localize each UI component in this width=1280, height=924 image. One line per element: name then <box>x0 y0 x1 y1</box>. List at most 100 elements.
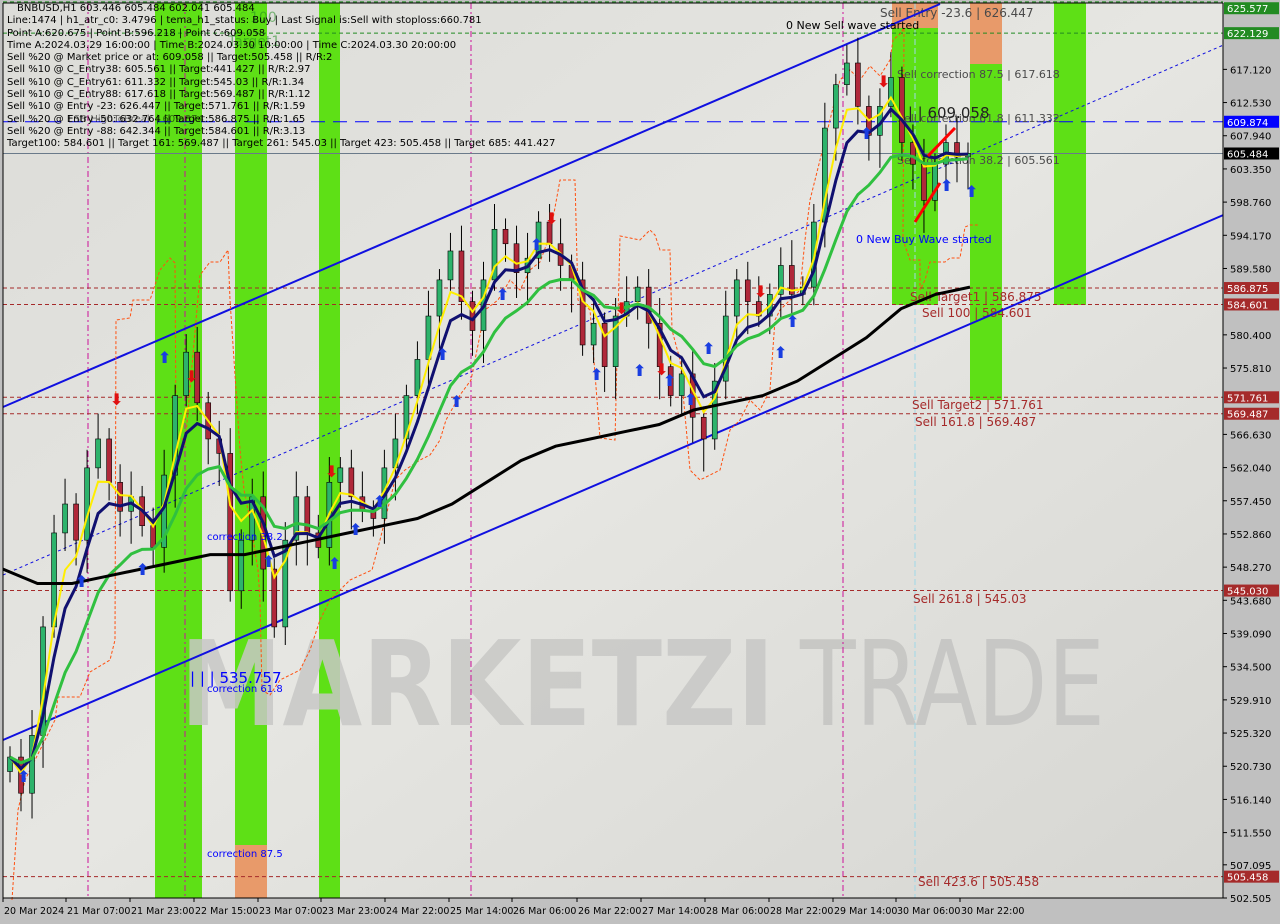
price-tick-label: 548.270 <box>1230 563 1271 574</box>
buy-arrow-icon: ⬆ <box>684 390 697 409</box>
symbol-ohlc-line: BNBUSD,H1 603.446 605.484 602.041 605.48… <box>17 3 255 14</box>
time-tick-label: 29 Mar 14:00 <box>834 906 897 917</box>
time-tick-label: 25 Mar 14:00 <box>450 906 513 917</box>
bear-candle[interactable] <box>502 228 509 245</box>
bull-candle[interactable] <box>425 315 432 360</box>
bear-candle[interactable] <box>106 438 112 483</box>
bull-candle[interactable] <box>238 539 245 592</box>
level-label: Sell 161.8 | 569.487 <box>915 415 1036 429</box>
info-panel: BNBUSD,H1 603.446 605.484 602.041 605.48… <box>7 3 555 151</box>
price-tick-label: 520.730 <box>1230 762 1271 773</box>
info-line: Sell %10 @ C_Entry61: 611.332 || Target:… <box>7 76 305 88</box>
price-tick-label: 529.910 <box>1230 696 1271 707</box>
price-tag-label: 609.874 <box>1227 118 1268 129</box>
price-tag-label: 586.875 <box>1227 284 1268 295</box>
price-tick-label: 607.940 <box>1230 132 1271 143</box>
time-tick-label: 24 Mar 22:00 <box>386 906 449 917</box>
price-tick-label: 566.630 <box>1230 430 1271 441</box>
bull-candle[interactable] <box>612 315 619 367</box>
bull-candle[interactable] <box>833 84 839 129</box>
bull-candle[interactable] <box>590 322 597 346</box>
bear-candle[interactable] <box>921 163 927 201</box>
buy-arrow-icon: ⬆ <box>450 392 463 411</box>
level-label: Sell 100 | 584.601 <box>922 306 1032 320</box>
chart-container[interactable]: MARKETZI TRADE Sell Entry -23.6 | 626.44… <box>0 0 1280 920</box>
annotation-label: correction 87.5 <box>207 849 283 860</box>
bull-candle[interactable] <box>447 250 454 281</box>
buy-arrow-icon: ⬆ <box>496 285 509 304</box>
sell-arrow-icon: ⬇ <box>877 72 890 91</box>
price-tag-label: 625.577 <box>1227 4 1268 15</box>
bear-candle[interactable] <box>150 525 156 548</box>
level-label: | | | 609.058 <box>898 104 990 122</box>
price-tick-label: 552.860 <box>1230 530 1271 541</box>
buy-zone <box>970 28 1002 400</box>
price-tag-label: 571.761 <box>1227 393 1268 404</box>
bear-candle[interactable] <box>744 279 751 302</box>
time-tick-label: 23 Mar 07:00 <box>259 906 322 917</box>
bull-candle[interactable] <box>844 62 850 85</box>
buy-arrow-icon: ⬆ <box>328 554 341 573</box>
bear-candle[interactable] <box>348 467 355 498</box>
bull-candle[interactable] <box>414 359 421 396</box>
bear-candle[interactable] <box>304 496 311 534</box>
info-line: Sell %20 @ Entry -50: 632.764 || Target:… <box>7 113 306 125</box>
bull-candle[interactable] <box>95 438 101 469</box>
buy-arrow-icon: ⬆ <box>786 312 799 331</box>
price-tick-label: 557.450 <box>1230 497 1271 508</box>
sell-arrow-icon: ⬇ <box>325 462 338 481</box>
level-label: Sell 261.8 | 545.03 <box>913 592 1027 606</box>
bull-candle[interactable] <box>337 467 344 483</box>
price-tick-label: 589.580 <box>1230 264 1271 275</box>
price-tick-label: 603.350 <box>1230 165 1271 176</box>
buy-arrow-icon: ⬆ <box>590 365 603 384</box>
price-tick-label: 511.550 <box>1230 829 1271 840</box>
time-tick-label: 27 Mar 14:00 <box>642 906 705 917</box>
bull-candle[interactable] <box>84 467 90 541</box>
time-tick-label: 21 Mar 07:00 <box>67 906 130 917</box>
buy-arrow-icon: ⬆ <box>75 572 88 591</box>
bear-candle[interactable] <box>700 416 707 440</box>
price-tick-label: 575.810 <box>1230 364 1271 375</box>
price-tick-label: 516.140 <box>1230 795 1271 806</box>
buy-arrow-icon: ⬆ <box>17 767 30 786</box>
buy-arrow-icon: ⬆ <box>633 361 646 380</box>
sell-arrow-icon: ⬇ <box>615 299 628 318</box>
buy-arrow-icon: ⬆ <box>774 343 787 362</box>
bear-candle[interactable] <box>899 77 905 143</box>
time-tick-label: 28 Mar 22:00 <box>770 906 833 917</box>
sell-arrow-icon: ⬇ <box>655 360 668 379</box>
annotation-label: correction 38.2 <box>207 532 283 543</box>
bull-candle[interactable] <box>733 279 740 317</box>
price-tag-label: 584.601 <box>1227 300 1268 311</box>
buy-arrow-icon: ⬆ <box>136 560 149 579</box>
buy-arrow-icon: ⬆ <box>965 182 978 201</box>
bear-candle[interactable] <box>73 503 79 541</box>
price-tick-label: 525.320 <box>1230 729 1271 740</box>
price-tag-label: 622.129 <box>1227 29 1268 40</box>
bull-candle[interactable] <box>634 286 641 302</box>
buy-arrow-icon: ⬆ <box>349 520 362 539</box>
bull-candle[interactable] <box>62 503 68 534</box>
price-tick-label: 594.170 <box>1230 231 1271 242</box>
info-line: Sell %20 @ Entry -88: 642.344 || Target:… <box>7 125 306 137</box>
price-tag-label: 545.030 <box>1227 587 1268 598</box>
info-line: Sell %20 @ Market price or at: 609.058 |… <box>7 52 333 64</box>
time-tick-label: 30 Mar 22:00 <box>961 906 1024 917</box>
level-label: Sell Target2 | 571.761 <box>912 398 1044 412</box>
buy-arrow-icon: ⬆ <box>702 339 715 358</box>
price-tick-label: 507.095 <box>1230 861 1271 872</box>
price-tick-label: 539.090 <box>1230 630 1271 641</box>
bull-candle[interactable] <box>436 279 443 317</box>
time-tick-label: 26 Mar 06:00 <box>513 906 576 917</box>
time-tick-label: 20 Mar 2024 <box>4 906 64 917</box>
time-tick-label: 23 Mar 23:00 <box>322 906 385 917</box>
price-tick-label: 543.680 <box>1230 596 1271 607</box>
bear-candle[interactable] <box>513 243 520 273</box>
sell-arrow-icon: ⬇ <box>110 390 123 409</box>
bear-candle[interactable] <box>855 62 861 107</box>
time-tick-label: 21 Mar 23:00 <box>131 906 194 917</box>
bear-candle[interactable] <box>458 250 465 302</box>
info-line: Sell %10 @ C_Entry88: 617.618 || Target:… <box>7 89 311 101</box>
buy-arrow-icon: ⬆ <box>436 345 449 364</box>
